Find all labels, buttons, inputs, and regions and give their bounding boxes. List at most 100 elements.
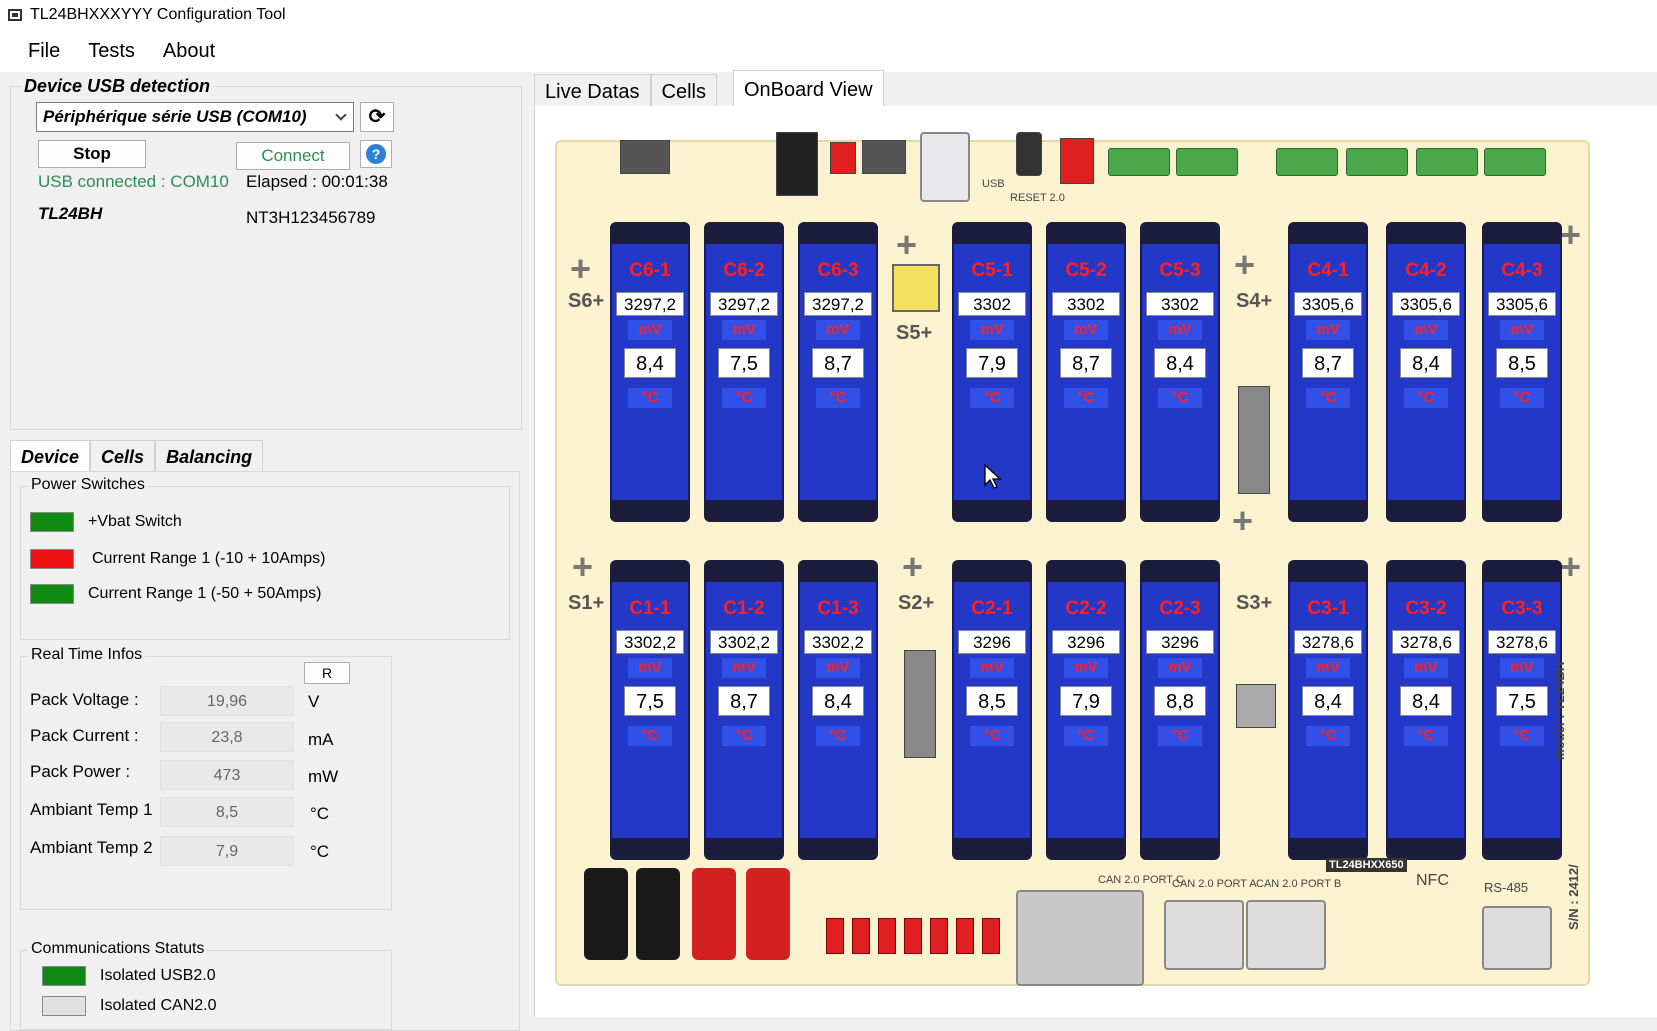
s5-fuse [892,264,940,312]
cell-cap-top [952,222,1032,244]
battery-cell-c2-3[interactable]: C2-3 3296 mV 8,8 °C [1140,560,1220,860]
cell-cap-bottom [952,838,1032,860]
usb-detection-legend: Device USB detection [22,76,213,97]
com-port-select[interactable]: Périphérique série USB (COM10) [36,102,354,132]
cell-voltage-unit: mV [628,658,672,678]
cell-voltage-unit: mV [816,658,860,678]
current-range-10-row[interactable]: Current Range 1 (-10 + 10Amps) [30,549,325,569]
sense-port-4 [904,918,922,954]
s3-label: S3+ [1236,592,1273,614]
isolated-usb-label: Isolated USB2.0 [100,967,216,984]
cell-cap-top [1140,222,1220,244]
help-icon: ? [366,144,386,164]
cell-cap-top [1482,560,1562,582]
tab-live-datas[interactable]: Live Datas [534,74,651,108]
battery-cell-c5-2[interactable]: C5-2 3302 mV 8,7 °C [1046,222,1126,522]
conn-i2c-header [1484,148,1546,176]
cell-cap-top [1386,560,1466,582]
sense-port-5 [930,918,948,954]
cell-cap-top [1288,560,1368,582]
menu-about[interactable]: About [163,40,215,63]
cell-voltage: 3278,6 [1392,630,1460,654]
tab-balancing[interactable]: Balancing [155,440,264,472]
battery-cell-c3-1[interactable]: C3-1 3278,6 mV 8,4 °C [1288,560,1368,860]
cell-temperature-unit: °C [1158,388,1202,408]
battery-cell-c5-3[interactable]: C5-3 3302 mV 8,4 °C [1140,222,1220,522]
cell-voltage: 3305,6 [1392,292,1460,316]
tab-device[interactable]: Device [10,440,91,472]
reset-silk: RESET 2.0 [1010,192,1065,204]
can-c-silk: CAN 2.0 PORT C [1098,874,1184,886]
tab-cells[interactable]: Cells [90,440,156,472]
cell-temperature: 8,8 [1154,686,1206,716]
cell-temperature-unit: °C [1306,388,1350,408]
current-range-10-indicator[interactable] [30,549,74,569]
cell-temperature-unit: °C [1158,726,1202,746]
can-port-a [1164,900,1244,970]
s1-plus-icon: + [572,546,594,587]
tab-onboard-view[interactable]: OnBoard View [732,70,884,108]
can-a-silk: CAN 2.0 PORT A [1172,878,1257,890]
cell-name: C6-1 [629,260,671,281]
battery-cell-c3-2[interactable]: C3-2 3278,6 mV 8,4 °C [1386,560,1466,860]
cell-temperature: 8,4 [1302,686,1354,716]
battery-cell-c4-2[interactable]: C4-2 3305,6 mV 8,4 °C [1386,222,1466,522]
current-range-50-label: Current Range 1 (-50 + 50Amps) [88,585,322,602]
cell-voltage-unit: mV [1158,320,1202,340]
cell-temperature-unit: °C [816,388,860,408]
cell-temperature: 7,5 [1496,686,1548,716]
cell-cap-top [1482,222,1562,244]
tab-cells-view[interactable]: Cells [650,74,717,108]
battery-cell-c6-3[interactable]: C6-3 3297,2 mV 8,7 °C [798,222,878,522]
conn-rs485-header [1346,148,1408,176]
cell-temperature-unit: °C [1500,726,1544,746]
cell-voltage: 3302 [958,292,1026,316]
ambiant-temp-1-field: 8,5 [160,797,294,827]
cell-temperature-unit: °C [628,388,672,408]
vbat-switch-indicator[interactable] [30,512,74,532]
dc-jack [776,132,818,196]
sense-port-6 [956,918,974,954]
battery-cell-c2-2[interactable]: C2-2 3296 mV 7,9 °C [1046,560,1126,860]
isolated-usb-indicator [42,966,86,986]
stop-button[interactable]: Stop [38,140,146,168]
cell-temperature-unit: °C [1064,726,1108,746]
battery-cell-c2-1[interactable]: C2-1 3296 mV 8,5 °C [952,560,1032,860]
cell-temperature: 8,7 [1060,348,1112,378]
center-plus-icon: + [1232,500,1254,541]
battery-cell-c3-3[interactable]: C3-3 3278,6 mV 7,5 °C [1482,560,1562,860]
reset-r-button[interactable]: R [304,662,350,684]
menu-file[interactable]: File [28,40,60,63]
cell-voltage: 3297,2 [616,292,684,316]
battery-cell-c1-3[interactable]: C1-3 3302,2 mV 8,4 °C [798,560,878,860]
s5-plus-icon: + [896,224,918,265]
help-button[interactable]: ? [360,140,392,168]
cell-cap-top [704,222,784,244]
battery-cell-c4-1[interactable]: C4-1 3305,6 mV 8,7 °C [1288,222,1368,522]
battery-cell-c6-2[interactable]: C6-2 3297,2 mV 7,5 °C [704,222,784,522]
cell-temperature: 8,4 [812,686,864,716]
s2-plus-icon: + [902,546,924,587]
battery-cell-c4-3[interactable]: C4-3 3305,6 mV 8,5 °C [1482,222,1562,522]
ambiant-temp-1-label: Ambiant Temp 1 [30,800,153,819]
ambiant-temp-2-unit: °C [310,842,330,861]
battery-cell-c1-1[interactable]: C1-1 3302,2 mV 7,5 °C [610,560,690,860]
rs485-port [1482,906,1552,970]
menu-bar: File Tests About [0,30,1657,72]
connect-button[interactable]: Connect [236,142,350,170]
conn-can-header [1416,148,1478,176]
cell-cap-top [1140,560,1220,582]
current-range-50-row[interactable]: Current Range 1 (-50 + 50Amps) [30,584,321,604]
battery-cell-c1-2[interactable]: C1-2 3302,2 mV 8,7 °C [704,560,784,860]
communications-group [20,950,392,1030]
sense-port-7 [982,918,1000,954]
cell-temperature-unit: °C [970,726,1014,746]
s4-label: S4+ [1236,290,1273,312]
refresh-button[interactable]: ⟳ [360,102,394,132]
battery-cell-c6-1[interactable]: C6-1 3297,2 mV 8,4 °C [610,222,690,522]
cell-temperature: 8,4 [1400,686,1452,716]
menu-tests[interactable]: Tests [88,40,135,63]
current-range-50-indicator[interactable] [30,584,74,604]
vbat-switch-row[interactable]: +Vbat Switch [30,512,182,532]
cell-name: C4-1 [1307,260,1349,281]
